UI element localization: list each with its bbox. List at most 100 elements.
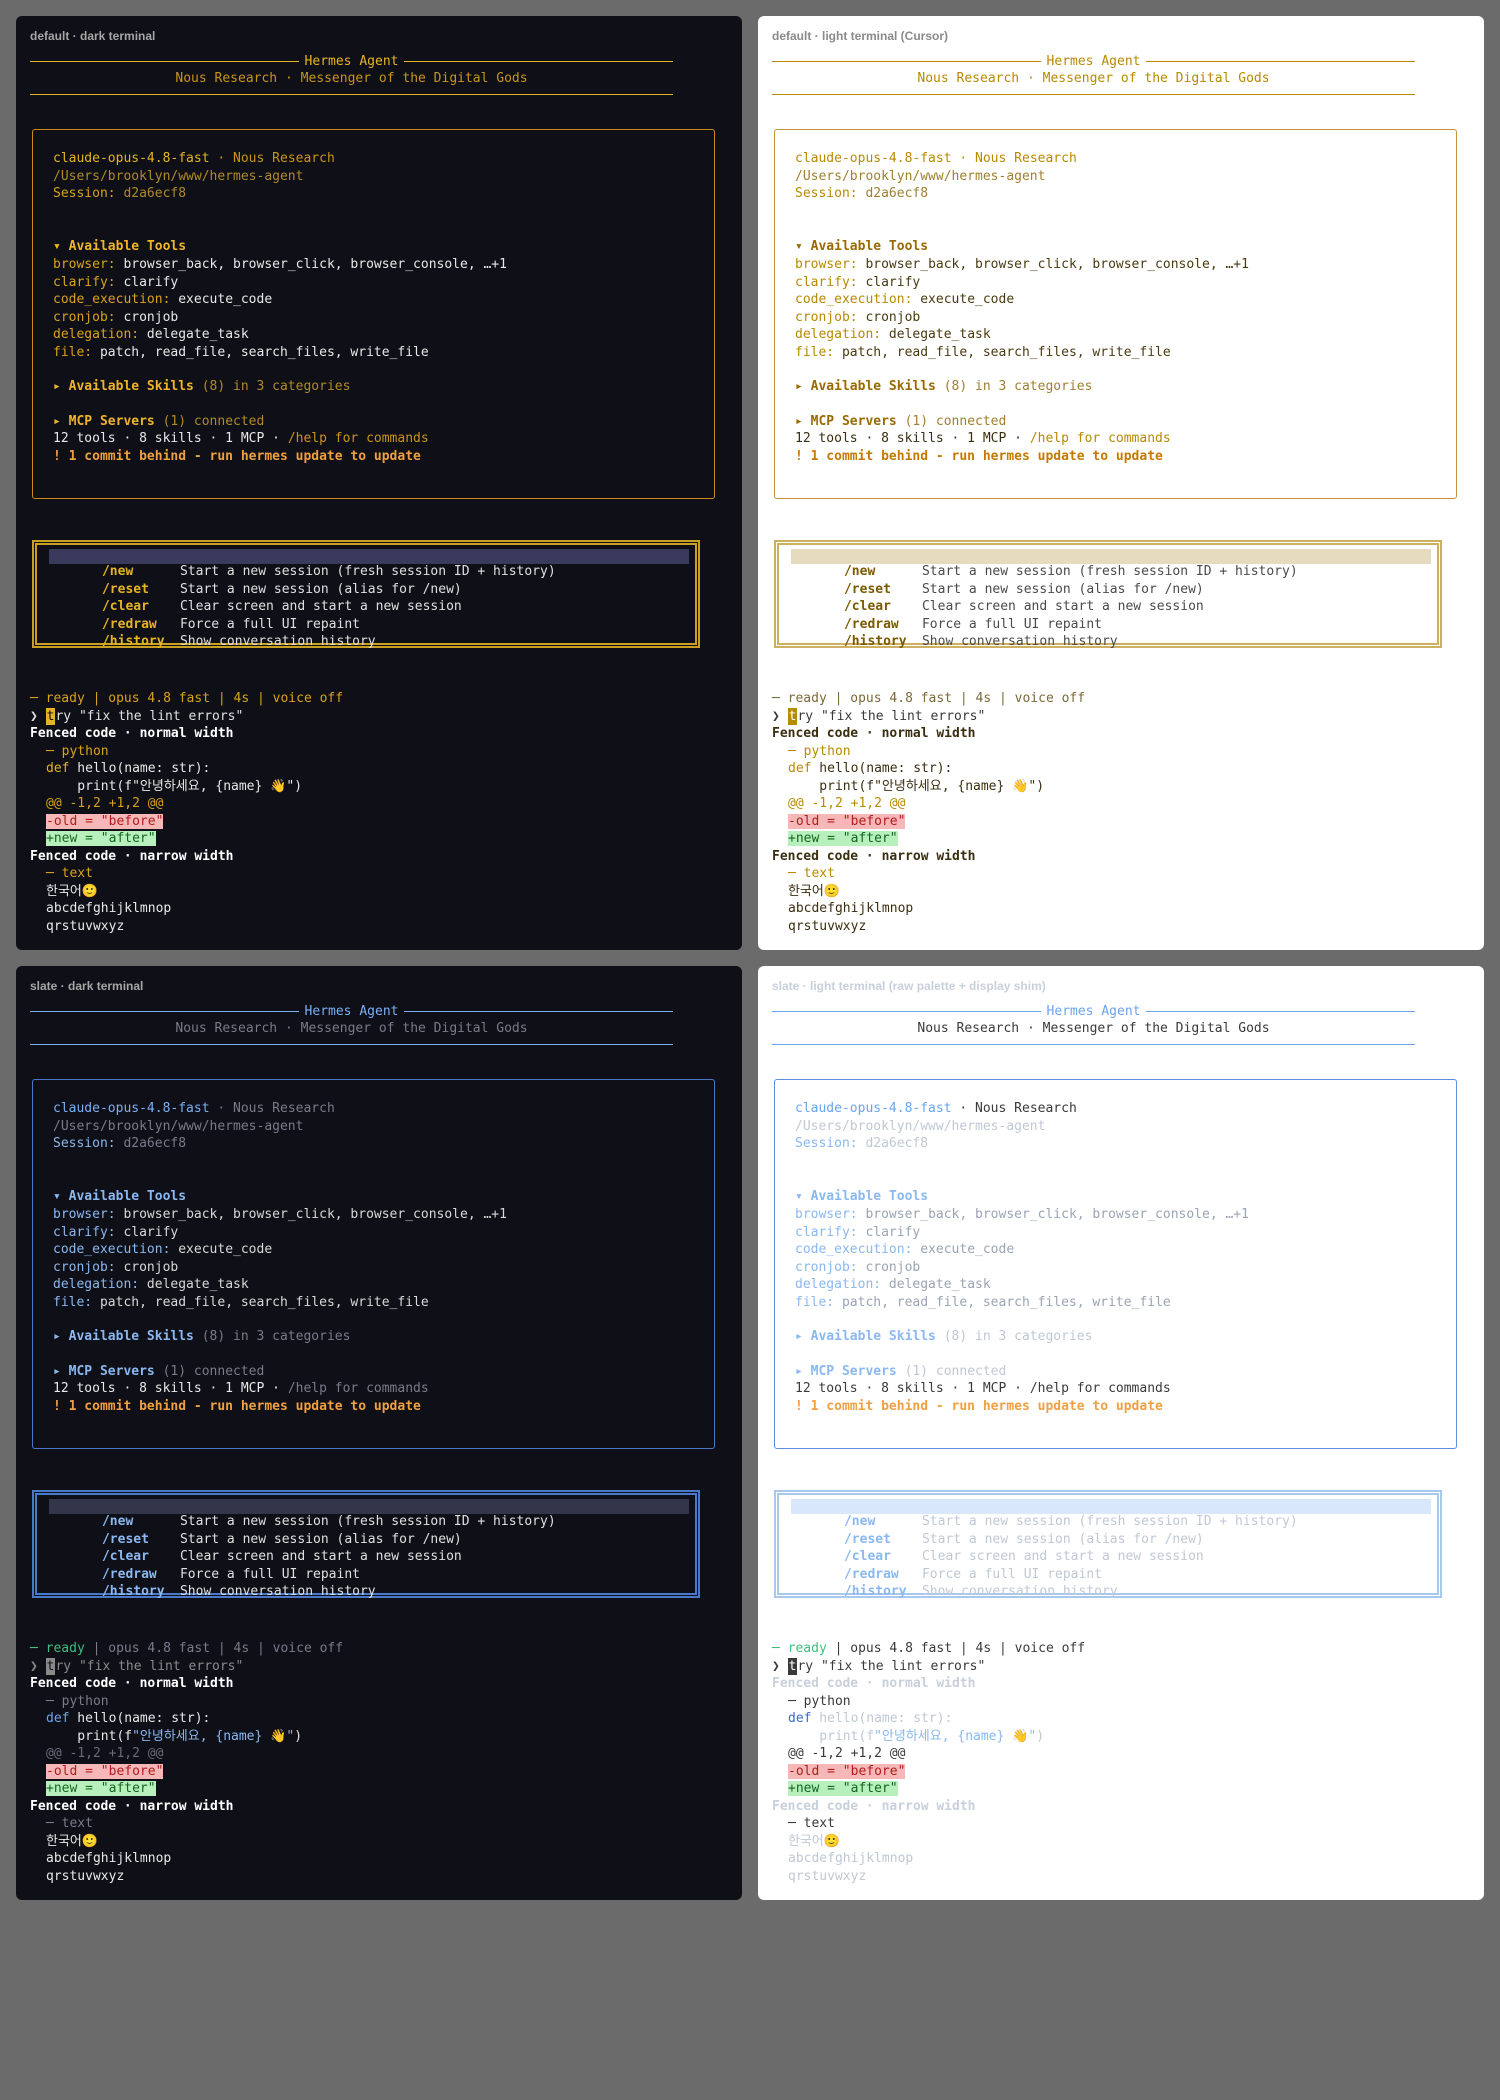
diff-removed-line: -old = "before" [788, 1764, 906, 1779]
mcp-header[interactable]: ▸ MCP Servers [53, 1364, 155, 1379]
session-id: d2a6ecf8 [123, 1136, 187, 1151]
tool-category-label: browser: [53, 1207, 116, 1222]
mcp-header[interactable]: ▸ MCP Servers [53, 414, 155, 429]
command-option-history[interactable]: /history Show conversation history [49, 619, 689, 649]
command-option-history[interactable]: /history Show conversation history [791, 619, 1431, 649]
code-line: abcdefghijklmnop [788, 1850, 913, 1867]
banner-bottom-rule [30, 94, 673, 95]
code-text: abcdefghijklmnop [788, 901, 914, 916]
command-option-redraw[interactable]: /redraw Force a full UI repaint [49, 602, 689, 632]
tools-header[interactable]: ▾ Available Tools [53, 1189, 186, 1204]
info-line: /Users/brooklyn/www/hermes-agent [53, 1118, 303, 1135]
model-name: claude-opus-4.8-fast [53, 151, 210, 166]
command-option-clear[interactable]: /clear Clear screen and start a new sessi… [791, 1534, 1431, 1564]
command-option-redraw[interactable]: /redraw Force a full UI repaint [791, 602, 1431, 632]
code-line: +new = "after" [46, 1780, 156, 1797]
code-heading-normal: Fenced code · normal width [30, 1676, 234, 1691]
info-line: Session: d2a6ecf8 [795, 1135, 928, 1152]
code-lang-label: ─ python [788, 744, 851, 759]
code-text: hello(name: str): [811, 761, 953, 776]
slash-command-menu[interactable]: /new Start a new session (fresh session I… [32, 540, 700, 649]
command-option-clear[interactable]: /clear Clear screen and start a new sessi… [791, 584, 1431, 614]
info-line: browser: browser_back, browser_click, br… [795, 256, 1249, 273]
tools-header[interactable]: ▾ Available Tools [795, 1189, 928, 1204]
tool-category-value: clarify [123, 274, 179, 290]
command-option-clear[interactable]: /clear Clear screen and start a new sessi… [49, 584, 689, 614]
code-line: ─ text [788, 865, 835, 882]
prompt-input[interactable]: ❯ try "fix the lint errors" [772, 708, 985, 725]
prompt-input[interactable]: ❯ try "fix the lint errors" [772, 1658, 985, 1675]
mcp-count: (1) connected [904, 1364, 1007, 1379]
command-option-reset[interactable]: /reset Start a new session (alias for /ne… [791, 1517, 1431, 1547]
command-option-redraw[interactable]: /redraw Force a full UI repaint [49, 1552, 689, 1582]
prompt-input[interactable]: ❯ try "fix the lint errors" [30, 1658, 243, 1675]
tool-category-value: cronjob [865, 1259, 921, 1275]
info-line: file: patch, read_file, search_files, wr… [795, 344, 1171, 361]
skills-header[interactable]: ▸ Available Skills [795, 1329, 936, 1344]
command-option-clear[interactable]: /clear Clear screen and start a new sessi… [49, 1534, 689, 1564]
tool-category-value: patch, read_file, search_files, write_fi… [99, 344, 429, 360]
code-text: print(f [46, 1729, 133, 1744]
slash-command-menu[interactable]: /new Start a new session (fresh session I… [774, 540, 1442, 649]
info-line: ▾ Available Tools [795, 238, 928, 255]
info-line: 12 tools · 8 skills · 1 MCP · /help for … [53, 1380, 429, 1397]
summary-stats: 12 tools · 8 skills · 1 MCP · [795, 431, 1030, 446]
code-line: qrstuvwxyz [788, 918, 866, 935]
session-label: Session: [53, 1136, 116, 1151]
prompt-input[interactable]: ❯ try "fix the lint errors" [30, 708, 243, 725]
string-literal: "안녕하세요, {name} 👋" [874, 779, 1037, 794]
info-line: Session: d2a6ecf8 [53, 1135, 186, 1152]
code-line: Fenced code · normal width [30, 1675, 234, 1692]
command-name: /history [843, 1584, 907, 1599]
tool-category-label: browser: [795, 257, 858, 272]
command-option-history[interactable]: /history Show conversation history [791, 1569, 1431, 1599]
mcp-header[interactable]: ▸ MCP Servers [795, 1364, 897, 1379]
command-option-reset[interactable]: /reset Start a new session (alias for /ne… [49, 1517, 689, 1547]
slash-command-menu[interactable]: /new Start a new session (fresh session I… [32, 1490, 700, 1599]
info-line: browser: browser_back, browser_click, br… [795, 1206, 1249, 1223]
tools-header[interactable]: ▾ Available Tools [795, 239, 928, 254]
prompt-placeholder: ry "fix the lint errors" [55, 709, 244, 724]
command-option-reset[interactable]: /reset Start a new session (alias for /ne… [49, 567, 689, 597]
command-option-new[interactable]: /new Start a new session (fresh session I… [791, 549, 1431, 579]
tools-header[interactable]: ▾ Available Tools [53, 239, 186, 254]
prompt-symbol: ❯ [30, 1659, 46, 1674]
command-option-history[interactable]: /history Show conversation history [49, 1569, 689, 1599]
code-line: +new = "after" [788, 830, 898, 847]
banner-title: Hermes Agent [1046, 53, 1141, 69]
info-line: browser: browser_back, browser_click, br… [53, 1206, 507, 1223]
code-text: abcdefghijklmnop [46, 901, 172, 916]
info-line: file: patch, read_file, search_files, wr… [795, 1294, 1171, 1311]
banner-rule [404, 1010, 674, 1012]
skills-header[interactable]: ▸ Available Skills [795, 379, 936, 394]
code-line: Fenced code · normal width [772, 725, 976, 742]
code-text: print(f [46, 779, 133, 794]
tool-category-value: patch, read_file, search_files, write_fi… [841, 344, 1171, 360]
command-option-reset[interactable]: /reset Start a new session (alias for /ne… [791, 567, 1431, 597]
command-option-new[interactable]: /new Start a new session (fresh session I… [49, 549, 689, 579]
code-lang-label: ─ text [788, 866, 835, 881]
command-option-redraw[interactable]: /redraw Force a full UI repaint [791, 1552, 1431, 1582]
command-description: Show conversation history [921, 1584, 1118, 1599]
tool-category-value: cronjob [865, 309, 921, 325]
diff-removed-line: -old = "before" [788, 814, 906, 829]
skills-header[interactable]: ▸ Available Skills [53, 379, 194, 394]
slash-command-menu[interactable]: /new Start a new session (fresh session I… [774, 1490, 1442, 1599]
info-line: delegation: delegate_task [795, 326, 991, 343]
mcp-header[interactable]: ▸ MCP Servers [795, 414, 897, 429]
command-option-new[interactable]: /new Start a new session (fresh session I… [791, 1499, 1431, 1529]
info-line: claude-opus-4.8-fast · Nous Research [795, 150, 1077, 167]
tool-category-value: delegate_task [888, 327, 991, 342]
skills-header[interactable]: ▸ Available Skills [53, 1329, 194, 1344]
tool-category-label: clarify: [795, 1224, 858, 1240]
tool-category-label: delegation: [53, 327, 140, 342]
prompt-placeholder: ry "fix the lint errors" [797, 1659, 986, 1674]
mcp-count: (1) connected [162, 1364, 265, 1379]
code-line: -old = "before" [788, 813, 906, 830]
command-option-new[interactable]: /new Start a new session (fresh session I… [49, 1499, 689, 1529]
code-line: abcdefghijklmnop [788, 900, 913, 917]
info-line: delegation: delegate_task [53, 1276, 249, 1293]
code-line: Fenced code · normal width [30, 725, 234, 742]
info-line: ▸ MCP Servers (1) connected [795, 1363, 1006, 1380]
panel-title: slate · dark terminal [30, 979, 144, 993]
